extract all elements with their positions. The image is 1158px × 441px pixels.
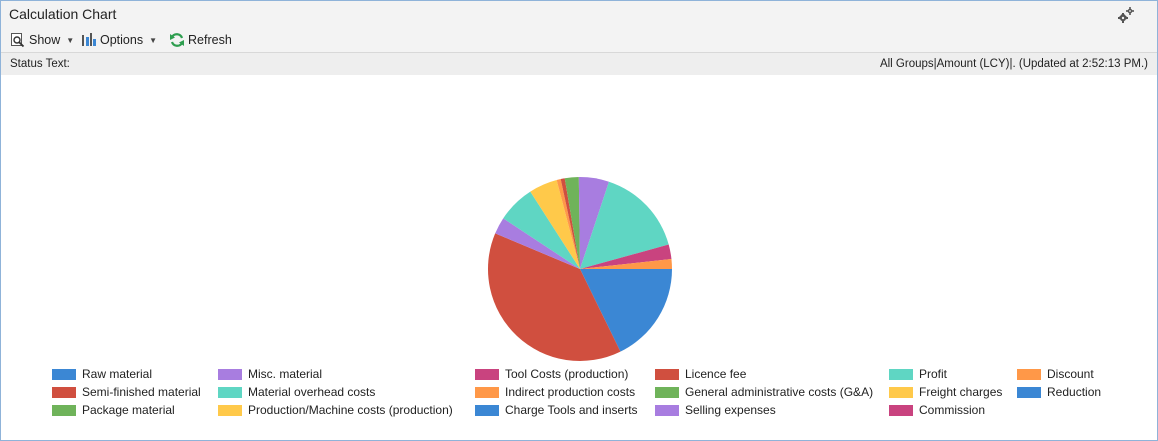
legend-swatch	[655, 368, 679, 380]
calculation-chart-window: Calculation Chart Show ▼ Options ▼ Refre…	[0, 0, 1158, 441]
toolbar: Show ▼ Options ▼ Refresh	[1, 28, 1157, 53]
legend-swatch	[218, 386, 242, 398]
options-sliders-icon	[82, 33, 96, 46]
refresh-arrows-icon	[170, 33, 184, 47]
legend-label: Freight charges	[919, 385, 1003, 399]
legend-label: Tool Costs (production)	[505, 367, 629, 381]
legend-item[interactable]: Semi-finished material	[52, 385, 201, 399]
legend-item[interactable]: Production/Machine costs (production)	[218, 403, 453, 417]
legend-item[interactable]: Material overhead costs	[218, 385, 375, 399]
status-label: Status Text:	[10, 58, 70, 70]
legend-swatch	[475, 404, 499, 416]
legend-swatch	[475, 386, 499, 398]
show-label: Show	[29, 33, 61, 47]
legend-label: Misc. material	[248, 367, 323, 381]
legend-swatch	[889, 404, 913, 416]
legend-item[interactable]: Raw material	[52, 367, 152, 381]
options-label: Options	[100, 33, 144, 47]
legend-item[interactable]: Misc. material	[218, 367, 322, 381]
legend-swatch	[655, 404, 679, 416]
legend-label: Selling expenses	[685, 403, 776, 417]
show-dropdown-caret-icon: ▼	[66, 35, 75, 45]
legend-swatch	[218, 368, 242, 380]
legend-swatch	[218, 404, 242, 416]
legend-item[interactable]: Freight charges	[889, 385, 1002, 399]
legend-label: Reduction	[1047, 385, 1102, 399]
legend-item[interactable]: Discount	[1017, 367, 1094, 381]
legend-swatch	[889, 386, 913, 398]
legend-item[interactable]: Selling expenses	[655, 403, 776, 417]
legend-item[interactable]: Package material	[52, 403, 175, 417]
legend-label: Indirect production costs	[505, 385, 636, 399]
legend-item[interactable]: Licence fee	[655, 367, 746, 381]
legend-label: Commission	[919, 403, 986, 417]
legend-swatch	[1017, 368, 1041, 380]
legend-label: Production/Machine costs (production)	[248, 403, 453, 417]
refresh-button[interactable]: Refresh	[169, 31, 232, 49]
legend-swatch	[52, 386, 76, 398]
legend-label: Semi-finished material	[82, 385, 201, 399]
legend-label: Raw material	[82, 367, 153, 381]
options-button[interactable]: Options ▼	[81, 31, 157, 49]
status-value: All Groups|Amount (LCY)|. (Updated at 2:…	[879, 58, 1148, 70]
legend-item[interactable]: Commission	[889, 403, 985, 417]
window-title: Calculation Chart	[9, 6, 117, 22]
legend-label: Profit	[919, 367, 948, 381]
legend-swatch	[52, 404, 76, 416]
legend-swatch	[889, 368, 913, 380]
legend-label: General administrative costs (G&A)	[685, 385, 874, 399]
legend-label: Licence fee	[685, 367, 747, 381]
legend-item[interactable]: Charge Tools and inserts	[475, 403, 638, 417]
legend-swatch	[52, 368, 76, 380]
chart-area: Raw material Semi-finished material Packag…	[1, 76, 1157, 440]
settings-gears-icon[interactable]	[1117, 6, 1135, 24]
legend-item[interactable]: Reduction	[1017, 385, 1101, 399]
legend-swatch	[655, 386, 679, 398]
legend-swatch	[1017, 386, 1041, 398]
legend-item[interactable]: General administrative costs (G&A)	[655, 385, 873, 399]
legend-label: Material overhead costs	[248, 385, 376, 399]
status-bar: Status Text: All Groups|Amount (LCY)|. (…	[1, 53, 1157, 75]
legend-label: Package material	[82, 403, 175, 417]
legend-swatch	[475, 368, 499, 380]
title-bar: Calculation Chart	[1, 1, 1157, 28]
magnifier-page-icon	[11, 33, 25, 48]
legend-item[interactable]: Indirect production costs	[475, 385, 635, 399]
show-button[interactable]: Show ▼	[10, 31, 74, 49]
legend-item[interactable]: Profit	[889, 367, 947, 381]
legend-item[interactable]: Tool Costs (production)	[475, 367, 628, 381]
options-dropdown-caret-icon: ▼	[149, 35, 158, 45]
refresh-label: Refresh	[188, 33, 232, 47]
legend-label: Discount	[1047, 367, 1094, 381]
legend-label: Charge Tools and inserts	[505, 403, 638, 417]
